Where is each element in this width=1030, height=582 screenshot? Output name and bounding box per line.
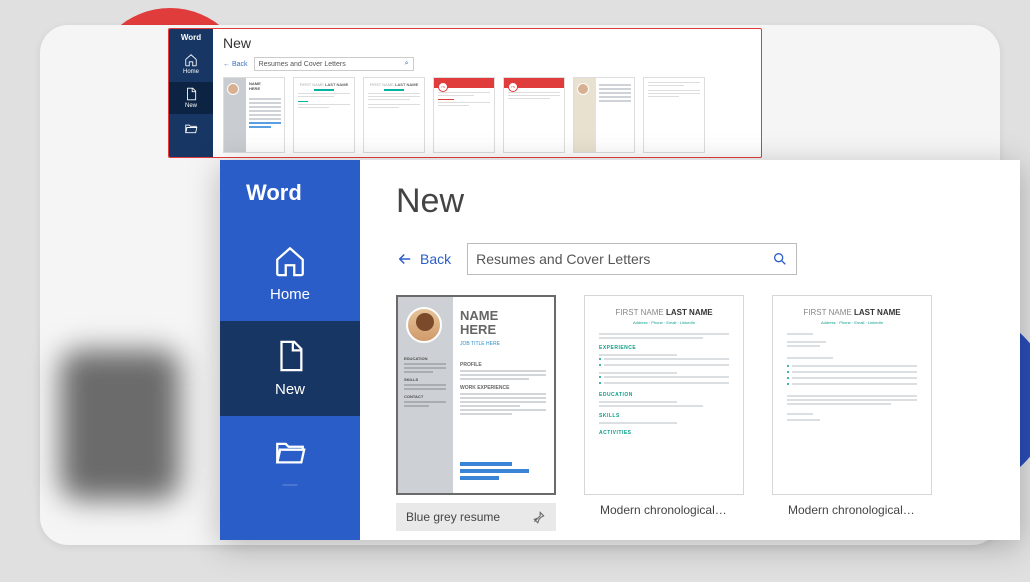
word-window-foreground: Word Home New — New Back Resumes and Cov… xyxy=(220,160,1020,540)
search-value: Resumes and Cover Letters xyxy=(476,251,650,267)
template-modern-chronological-resume[interactable]: FIRST NAME LAST NAME Address · Phone · E… xyxy=(584,295,744,531)
nav-home-label: Home xyxy=(183,69,199,75)
back-label: Back xyxy=(232,61,248,68)
content-small: New ← Back Resumes and Cover Letters ⌕ N… xyxy=(213,29,761,158)
nav-new-label: New xyxy=(275,381,305,398)
template-name-placeholder: NAMEHERE xyxy=(460,309,498,338)
app-brand: Word xyxy=(220,160,360,226)
search-input[interactable]: Resumes and Cover Letters xyxy=(467,243,797,275)
app-brand: Word xyxy=(181,33,201,42)
document-icon xyxy=(273,339,307,373)
search-value: Resumes and Cover Letters xyxy=(259,61,346,68)
search-row: Back Resumes and Cover Letters xyxy=(396,243,984,275)
nav-home[interactable]: Home xyxy=(220,226,360,321)
template-thumb[interactable]: FIRST NAME LAST NAME xyxy=(363,77,425,153)
main-content: New Back Resumes and Cover Letters NAMEH… xyxy=(360,160,1020,553)
nav-home-label: Home xyxy=(270,286,310,303)
template-blue-grey-resume[interactable]: NAMEHERE JOB TITLE HERE EDUCATIONSKILLSC… xyxy=(396,295,556,531)
search-input-small[interactable]: Resumes and Cover Letters ⌕ xyxy=(254,57,414,71)
template-label: Modern chronological resu... xyxy=(584,503,744,517)
nav-open[interactable]: — xyxy=(220,416,360,511)
search-icon[interactable] xyxy=(772,251,788,267)
template-preview: NAMEHERE JOB TITLE HERE EDUCATIONSKILLSC… xyxy=(396,295,556,495)
template-thumb[interactable] xyxy=(643,77,705,153)
template-thumb[interactable]: NAMEHERE xyxy=(223,77,285,153)
page-title: New xyxy=(396,182,984,221)
document-icon xyxy=(184,87,198,101)
nav-new[interactable]: New xyxy=(220,321,360,416)
template-thumb[interactable]: FIRST NAME LAST NAME xyxy=(293,77,355,153)
back-arrow-icon xyxy=(396,250,414,268)
back-button[interactable]: Back xyxy=(396,250,451,268)
template-label: Blue grey resume xyxy=(406,510,500,524)
laptop-shadow xyxy=(60,350,180,500)
back-arrow-icon: ← xyxy=(223,61,230,68)
folder-open-icon xyxy=(184,121,198,135)
nav-new-label: New xyxy=(185,103,197,109)
template-thumb[interactable]: YN xyxy=(433,77,495,153)
pin-icon[interactable] xyxy=(532,510,546,524)
nav-home-small[interactable]: Home xyxy=(169,48,213,80)
template-thumb[interactable] xyxy=(573,77,635,153)
template-preview: FIRST NAME LAST NAME Address · Phone · E… xyxy=(584,295,744,495)
home-icon xyxy=(273,244,307,278)
template-modern-chronological-cover[interactable]: FIRST NAME LAST NAME Address · Phone · E… xyxy=(772,295,932,531)
sidebar: Word Home New — xyxy=(220,160,360,540)
template-thumbs-small: NAMEHERE FIRST NAME LAST NAME FIRST NAME… xyxy=(223,77,751,153)
template-thumb[interactable]: YN xyxy=(503,77,565,153)
template-grid: NAMEHERE JOB TITLE HERE EDUCATIONSKILLSC… xyxy=(396,295,984,531)
nav-new-small[interactable]: New xyxy=(169,82,213,114)
back-label: Back xyxy=(420,251,451,267)
template-label: Modern chronological cov... xyxy=(772,503,932,517)
folder-open-icon xyxy=(273,434,307,468)
template-label-row: Blue grey resume xyxy=(396,503,556,531)
search-icon: ⌕ xyxy=(405,60,409,68)
nav-open-small[interactable] xyxy=(169,116,213,140)
back-button-small[interactable]: ← Back xyxy=(223,61,248,68)
word-window-background: Word Home New New ← Back Resumes and Cov… xyxy=(168,28,762,158)
avatar xyxy=(406,307,442,343)
sidebar-small: Word Home New xyxy=(169,29,213,157)
template-preview: FIRST NAME LAST NAME Address · Phone · E… xyxy=(772,295,932,495)
nav-open-label: — xyxy=(283,476,298,493)
page-title-small: New xyxy=(223,35,751,51)
home-icon xyxy=(184,53,198,67)
